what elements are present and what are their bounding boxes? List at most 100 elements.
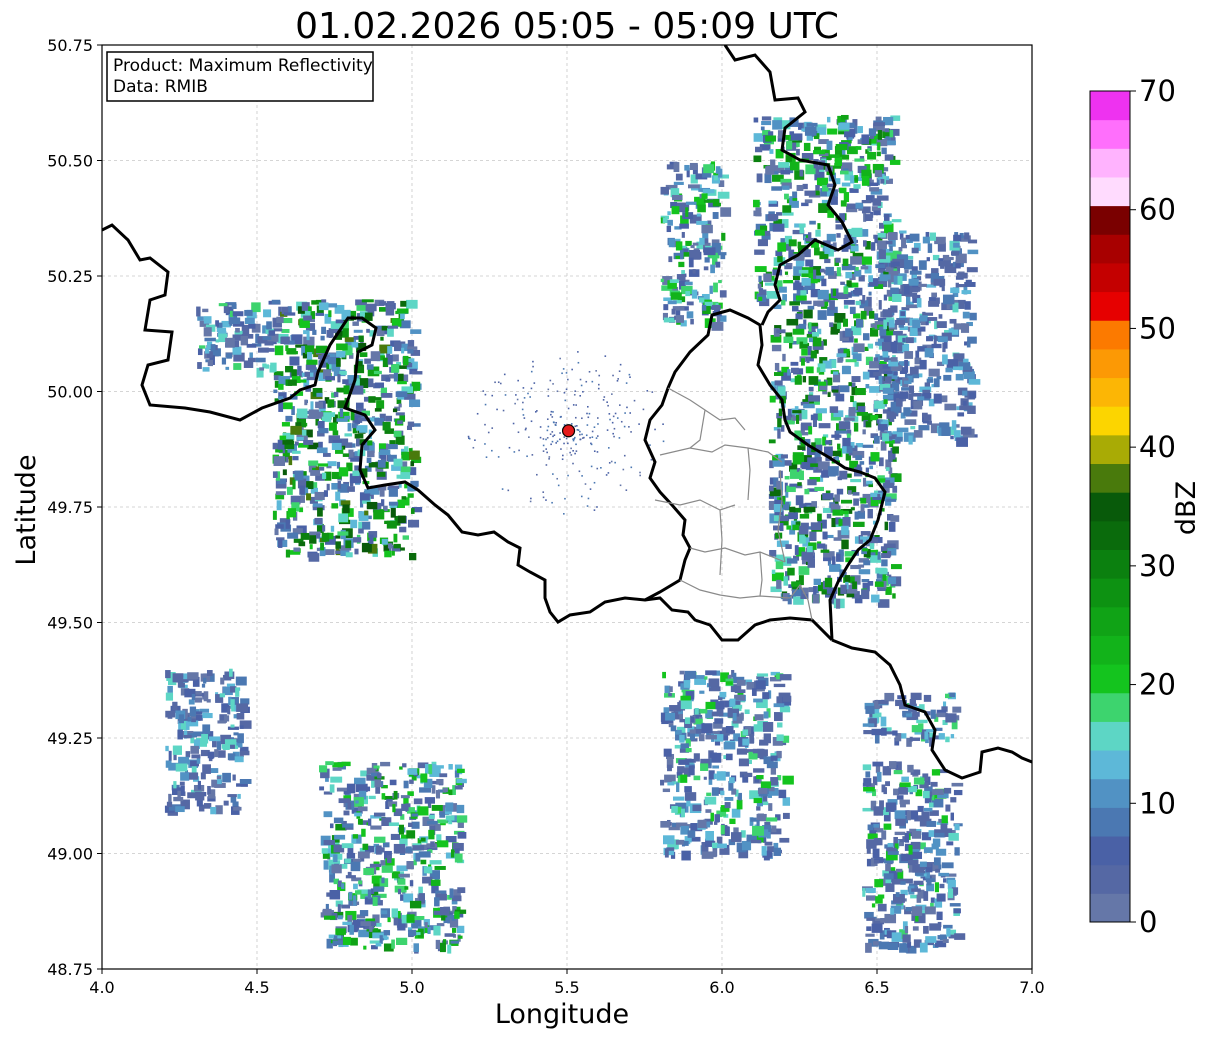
- echo-pixel: [756, 673, 769, 677]
- echo-pixel: [408, 822, 413, 828]
- echo-pixel: [934, 832, 945, 838]
- clutter-pixel: [484, 423, 486, 426]
- clutter-pixel: [623, 454, 626, 457]
- echo-pixel: [364, 510, 369, 516]
- clutter-pixel: [550, 443, 552, 446]
- echo-pixel: [400, 300, 407, 307]
- clutter-pixel: [585, 434, 588, 437]
- echo-pixel: [419, 787, 431, 793]
- echo-pixel: [309, 533, 317, 544]
- echo-pixel: [716, 771, 726, 781]
- clutter-pixel: [593, 426, 596, 428]
- echo-pixel: [391, 318, 402, 327]
- echo-pixel: [286, 486, 293, 495]
- echo-pixel: [266, 321, 272, 330]
- echo-pixel: [796, 184, 804, 191]
- echo-pixel: [804, 199, 813, 204]
- echo-pixel: [387, 354, 393, 365]
- echo-pixel: [730, 832, 742, 842]
- echo-pixel: [884, 521, 889, 531]
- echo-pixel: [342, 453, 349, 457]
- echo-pixel: [235, 676, 247, 686]
- clutter-pixel: [630, 466, 633, 469]
- echo-pixel: [764, 841, 773, 846]
- echo-pixel: [440, 906, 450, 916]
- echo-pixel: [687, 184, 700, 189]
- echo-pixel: [925, 878, 935, 883]
- echo-pixel: [314, 517, 323, 525]
- echo-pixel: [913, 430, 923, 438]
- echo-pixel: [684, 792, 697, 801]
- echo-pixel: [350, 519, 358, 529]
- echo-pixel: [874, 581, 884, 587]
- echo-pixel: [795, 313, 803, 320]
- echo-pixel: [866, 926, 872, 931]
- echo-pixel: [904, 351, 914, 359]
- echo-pixel: [860, 504, 865, 513]
- clutter-pixel: [602, 399, 605, 401]
- echo-pixel: [293, 547, 300, 552]
- echo-pixel: [195, 791, 205, 801]
- echo-pixel: [428, 814, 435, 819]
- echo-pixel: [949, 318, 957, 324]
- echo-pixel: [353, 883, 358, 890]
- echo-pixel: [396, 308, 409, 314]
- clutter-pixel: [484, 403, 487, 406]
- echo-pixel: [673, 162, 680, 173]
- echo-pixel: [836, 353, 847, 358]
- echo-pixel: [922, 790, 930, 799]
- echo-pixel: [417, 806, 429, 816]
- clutter-pixel: [533, 382, 536, 384]
- echo-pixel: [341, 883, 345, 890]
- echo-pixel: [685, 291, 691, 297]
- echo-pixel: [304, 399, 308, 406]
- echo-pixel: [867, 581, 874, 586]
- echo-pixel: [910, 426, 916, 430]
- echo-pixel: [354, 812, 362, 817]
- echo-pixel: [380, 761, 391, 767]
- echo-pixel: [397, 888, 402, 895]
- clutter-pixel: [497, 381, 500, 384]
- echo-pixel: [950, 251, 959, 256]
- echo-pixel: [701, 304, 707, 311]
- echo-pixel: [892, 330, 903, 336]
- echo-pixel: [411, 813, 419, 817]
- echo-pixel: [829, 322, 834, 327]
- echo-pixel: [236, 703, 249, 712]
- echo-pixel: [810, 522, 822, 531]
- echo-pixel: [375, 922, 382, 927]
- echo-pixel: [835, 393, 845, 402]
- radar-site-marker: [561, 424, 576, 438]
- echo-pixel: [790, 133, 803, 141]
- echo-pixel: [895, 892, 900, 898]
- echo-pixel: [435, 790, 441, 799]
- colorbar-tick-label: 50: [1139, 311, 1176, 345]
- echo-pixel: [755, 680, 766, 690]
- clutter-pixel: [581, 433, 583, 436]
- echo-pixel: [660, 779, 665, 786]
- echo-pixel: [701, 224, 713, 234]
- echo-pixel: [916, 298, 922, 308]
- echo-pixel: [391, 363, 400, 373]
- echo-pixel: [882, 387, 894, 394]
- echo-pixel: [933, 393, 942, 404]
- clutter-pixel: [563, 513, 565, 515]
- echo-pixel: [912, 292, 918, 299]
- echo-pixel: [909, 270, 922, 275]
- echo-pixel: [840, 499, 853, 504]
- echo-pixel: [382, 421, 391, 431]
- echo-pixel: [302, 429, 307, 436]
- echo-pixel: [405, 846, 412, 853]
- clutter-pixel: [565, 437, 568, 440]
- echo-pixel: [407, 349, 414, 354]
- clutter-pixel: [596, 451, 599, 453]
- clutter-pixel: [534, 411, 537, 413]
- echo-pixel: [869, 386, 881, 393]
- echo-pixel: [857, 139, 862, 145]
- echo-pixel: [946, 927, 951, 937]
- echo-pixel: [387, 325, 399, 329]
- echo-pixel: [953, 908, 961, 914]
- echo-pixel: [408, 448, 413, 452]
- echo-pixel: [276, 500, 282, 511]
- echo-pixel: [402, 355, 409, 366]
